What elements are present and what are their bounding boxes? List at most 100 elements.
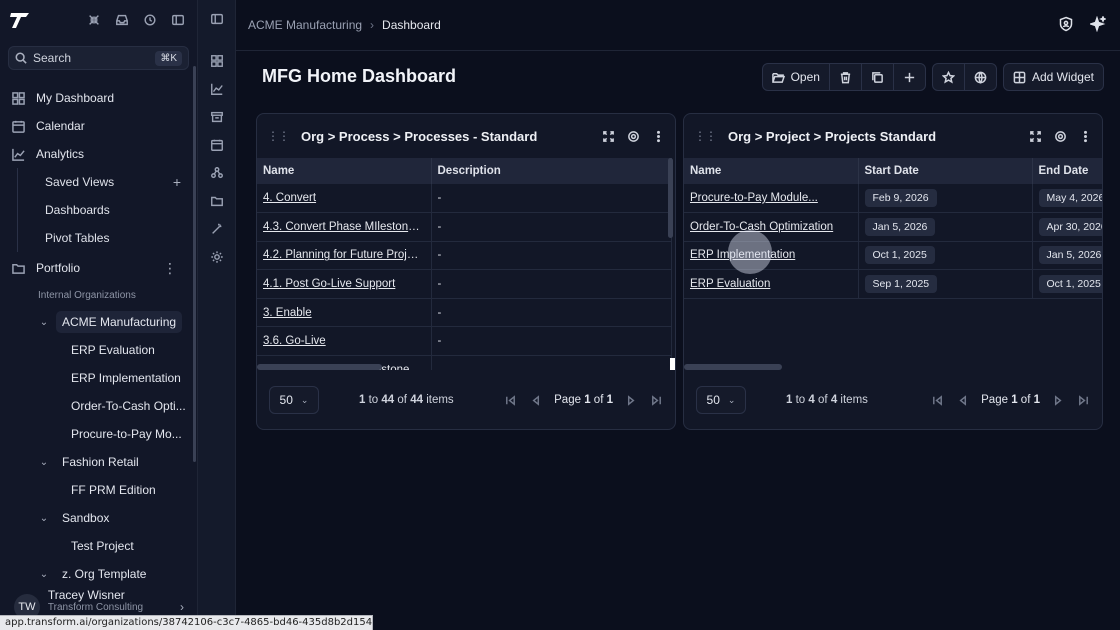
- page-size-select[interactable]: 50 ⌄: [269, 386, 319, 414]
- next-page-icon[interactable]: [1052, 394, 1065, 407]
- breadcrumb-org[interactable]: ACME Manufacturing: [248, 18, 362, 32]
- ai-sparkle-icon[interactable]: [1088, 14, 1107, 35]
- first-page-icon[interactable]: [931, 394, 944, 407]
- column-header-end-date[interactable]: End Date: [1032, 158, 1102, 184]
- tree-item-acme[interactable]: ⌄ ACME Manufacturing: [0, 308, 197, 336]
- tree-item-project[interactable]: ERP Evaluation: [0, 336, 197, 364]
- tree-item-project[interactable]: Order-To-Cash Opti...: [0, 392, 197, 420]
- tree-item-fashion[interactable]: ⌄ Fashion Retail: [0, 448, 197, 476]
- chevron-down-icon[interactable]: ⌄: [38, 513, 50, 524]
- more-vertical-icon[interactable]: [1079, 130, 1092, 143]
- column-header-start-date[interactable]: Start Date: [858, 158, 1033, 184]
- first-page-icon[interactable]: [504, 394, 517, 407]
- row-description: -: [431, 184, 672, 214]
- table-row[interactable]: 4. Convert -: [257, 184, 672, 214]
- sidebar-item-my-dashboard[interactable]: My Dashboard: [0, 84, 197, 112]
- table-row[interactable]: 3.6. Go-Live -: [257, 326, 672, 357]
- add-widget-button[interactable]: Add Widget: [1004, 64, 1103, 90]
- chart-icon[interactable]: [206, 78, 228, 100]
- end-date-chip: Jan 5, 2026: [1038, 246, 1102, 265]
- row-name-link[interactable]: Order-To-Cash Optimization: [684, 212, 859, 242]
- table-row[interactable]: 4.3. Convert Phase MIlestone Sig... -: [257, 212, 672, 242]
- items-to-label: to: [368, 394, 379, 406]
- collapse-icon[interactable]: [83, 9, 105, 31]
- table-row[interactable]: 4.2. Planning for Future Projects -: [257, 241, 672, 271]
- table-vertical-scrollbar[interactable]: [668, 158, 673, 238]
- sidebar-item-portfolio[interactable]: Portfolio ⋮: [0, 254, 197, 282]
- row-name-link[interactable]: 3.6. Go-Live: [257, 326, 432, 357]
- sidebar-item-calendar[interactable]: Calendar: [0, 112, 197, 140]
- table-row[interactable]: 3. Enable -: [257, 298, 672, 328]
- sidebar-toggle-icon[interactable]: [167, 9, 189, 31]
- network-icon[interactable]: [206, 162, 228, 184]
- widgets-icon[interactable]: [206, 50, 228, 72]
- calendar-icon[interactable]: [206, 134, 228, 156]
- drag-handle-icon[interactable]: ⋮⋮: [694, 129, 717, 143]
- row-name-link[interactable]: ERP Evaluation: [684, 269, 859, 299]
- chevron-down-icon[interactable]: ⌄: [38, 317, 50, 328]
- sidebar-item-saved-views[interactable]: Saved Views +: [0, 168, 197, 196]
- magic-wand-icon[interactable]: [206, 218, 228, 240]
- open-button[interactable]: Open: [763, 64, 830, 90]
- settings-icon[interactable]: [206, 246, 228, 268]
- row-description: -: [431, 269, 672, 299]
- row-name-link[interactable]: 3. Enable: [257, 298, 432, 328]
- trash-icon: [840, 71, 851, 83]
- chevron-down-icon[interactable]: ⌄: [38, 457, 50, 468]
- table-row[interactable]: ERP Evaluation Sep 1, 2025 Oct 1, 2025: [684, 269, 1102, 299]
- folder-icon[interactable]: [206, 190, 228, 212]
- row-name-link[interactable]: 4. Convert: [257, 184, 432, 214]
- next-page-icon[interactable]: [625, 394, 638, 407]
- table-horizontal-scrollbar[interactable]: [257, 364, 382, 370]
- tree-item-org-template[interactable]: ⌄ z. Org Template: [0, 560, 197, 588]
- settings-icon[interactable]: [627, 130, 640, 143]
- last-page-icon[interactable]: [1077, 394, 1090, 407]
- column-header-name[interactable]: Name: [684, 158, 859, 184]
- column-header-name[interactable]: Name: [257, 158, 432, 184]
- tree-item-sandbox[interactable]: ⌄ Sandbox: [0, 504, 197, 532]
- drag-handle-icon[interactable]: ⋮⋮: [267, 129, 290, 143]
- table-row[interactable]: 4.1. Post Go-Live Support -: [257, 269, 672, 299]
- previous-page-icon[interactable]: [956, 394, 969, 407]
- search-input[interactable]: Search ⌘K: [8, 46, 189, 70]
- add-saved-view-icon[interactable]: +: [173, 174, 181, 190]
- page-size-select[interactable]: 50 ⌄: [696, 386, 746, 414]
- last-page-icon[interactable]: [650, 394, 663, 407]
- archive-icon[interactable]: [206, 106, 228, 128]
- add-button[interactable]: [894, 64, 925, 90]
- table-row[interactable]: Procure-to-Pay Module... Feb 9, 2026 May…: [684, 184, 1102, 214]
- sidebar-item-analytics[interactable]: Analytics: [0, 140, 197, 168]
- more-vertical-icon[interactable]: [652, 130, 665, 143]
- chevron-right-icon: ›: [180, 600, 184, 614]
- tree-item-project[interactable]: ERP Implementation: [0, 364, 197, 392]
- history-icon[interactable]: [139, 9, 161, 31]
- widget-header: ⋮⋮ Org > Process > Processes - Standard: [257, 114, 675, 158]
- inbox-icon[interactable]: [111, 9, 133, 31]
- sidebar-item-dashboards[interactable]: Dashboards: [0, 196, 197, 224]
- column-header-description[interactable]: Description: [431, 158, 672, 184]
- sidebar-scrollbar[interactable]: [193, 66, 196, 462]
- settings-icon[interactable]: [1054, 130, 1067, 143]
- share-button[interactable]: [965, 64, 996, 90]
- previous-page-icon[interactable]: [529, 394, 542, 407]
- portfolio-more-icon[interactable]: ⋮: [163, 260, 185, 277]
- row-name-link[interactable]: 4.1. Post Go-Live Support: [257, 269, 432, 299]
- panel-toggle-icon[interactable]: [206, 8, 228, 30]
- expand-icon[interactable]: [1029, 130, 1042, 143]
- chevron-down-icon[interactable]: ⌄: [38, 569, 50, 580]
- tree-item-project[interactable]: Procure-to-Pay Mo...: [0, 420, 197, 448]
- row-name-link[interactable]: 4.3. Convert Phase MIlestone Sig...: [257, 212, 432, 242]
- tree-item-project[interactable]: FF PRM Edition: [0, 476, 197, 504]
- expand-icon[interactable]: [602, 130, 615, 143]
- row-name-link[interactable]: 4.2. Planning for Future Projects: [257, 241, 432, 271]
- row-name-link[interactable]: Procure-to-Pay Module...: [684, 184, 859, 214]
- sidebar-item-pivot-tables[interactable]: Pivot Tables: [0, 224, 197, 252]
- delete-button[interactable]: [830, 64, 862, 90]
- duplicate-button[interactable]: [862, 64, 894, 90]
- shield-icon[interactable]: [1058, 16, 1074, 35]
- tree-item-project[interactable]: Test Project: [0, 532, 197, 560]
- table-horizontal-scrollbar[interactable]: [684, 364, 782, 370]
- app-logo[interactable]: [8, 7, 34, 33]
- folder-open-icon: [771, 72, 785, 83]
- favorite-button[interactable]: [933, 64, 965, 90]
